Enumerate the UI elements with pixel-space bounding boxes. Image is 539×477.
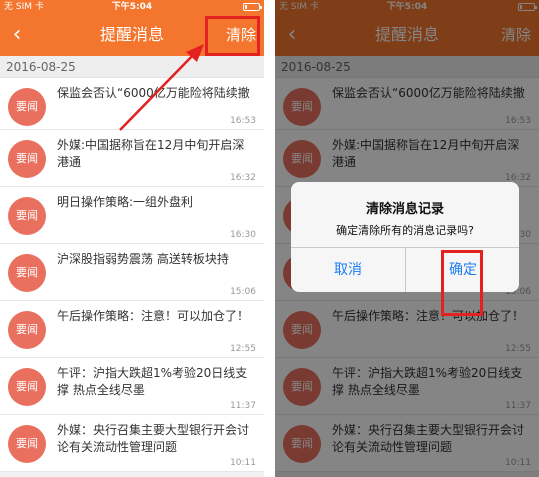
message-text: 外媒：央行召集主要大型银行开会讨论有关流动性管理问题 <box>57 423 250 454</box>
message-item[interactable]: 要闻 午评：沪指大跌超1%考验20日线支撑 热点全线尽墨 11:37 <box>0 358 264 415</box>
message-text: 午后操作策略：注意！可以加仓了！ <box>57 309 250 323</box>
message-time: 12:55 <box>230 344 256 354</box>
message-time: 11:37 <box>230 401 256 411</box>
right-phone-screen: 无 SIM 卡 下午5:04 ‹ 提醒消息 清除 2016-08-25 要闻 保… <box>275 0 539 477</box>
news-badge: 要闻 <box>8 425 46 463</box>
status-bar: 无 SIM 卡 下午5:04 <box>0 0 264 14</box>
battery-icon <box>243 3 262 11</box>
date-header: 2016-08-25 <box>0 56 264 78</box>
confirm-button-highlight <box>441 250 483 316</box>
message-time: 16:32 <box>230 173 256 183</box>
message-item[interactable]: 要闻 外媒:中国据称旨在12月中旬开启深港通 16:32 <box>0 130 264 187</box>
message-item[interactable]: 要闻 沪深股指弱势震荡 高送转板块持 15:06 <box>0 244 264 301</box>
tutorial-screenshot: 无 SIM 卡 下午5:04 ‹ 提醒消息 清除 2016-08-25 要闻 保… <box>0 0 539 477</box>
news-badge: 要闻 <box>8 368 46 406</box>
message-time: 16:30 <box>230 230 256 240</box>
message-time: 15:06 <box>230 287 256 297</box>
message-list: 要闻 保监会否认“6000亿万能险将陆续撤 16:53 要闻 外媒:中国据称旨在… <box>0 78 264 472</box>
left-phone-screen: 无 SIM 卡 下午5:04 ‹ 提醒消息 清除 2016-08-25 要闻 保… <box>0 0 264 477</box>
cancel-button[interactable]: 取消 <box>291 248 405 292</box>
news-badge: 要闻 <box>8 254 46 292</box>
dialog-title: 清除消息记录 <box>365 202 444 217</box>
message-item[interactable]: 要闻 午后操作策略：注意！可以加仓了！ 12:55 <box>0 301 264 358</box>
message-text: 明日操作策略:一组外盘利 <box>57 195 194 209</box>
news-badge: 要闻 <box>8 88 46 126</box>
news-badge: 要闻 <box>8 197 46 235</box>
message-text: 外媒:中国据称旨在12月中旬开启深港通 <box>57 138 245 169</box>
message-text: 午评：沪指大跌超1%考验20日线支撑 热点全线尽墨 <box>57 366 248 397</box>
message-item[interactable]: 要闻 保监会否认“6000亿万能险将陆续撤 16:53 <box>0 78 264 130</box>
message-text: 沪深股指弱势震荡 高送转板块持 <box>57 252 229 266</box>
news-badge: 要闻 <box>8 140 46 178</box>
message-time: 16:53 <box>230 116 256 126</box>
confirm-dialog: 清除消息记录 确定清除所有的消息记录吗? 取消 确定 <box>291 182 519 292</box>
message-item[interactable]: 要闻 外媒：央行召集主要大型银行开会讨论有关流动性管理问题 10:11 <box>0 415 264 472</box>
message-time: 10:11 <box>230 458 256 468</box>
message-item[interactable]: 要闻 明日操作策略:一组外盘利 16:30 <box>0 187 264 244</box>
message-text: 保监会否认“6000亿万能险将陆续撤 <box>57 86 250 100</box>
status-time: 下午5:04 <box>111 2 153 12</box>
clear-button-highlight <box>205 16 260 56</box>
news-badge: 要闻 <box>8 311 46 349</box>
dialog-message: 确定清除所有的消息记录吗? <box>336 224 474 237</box>
